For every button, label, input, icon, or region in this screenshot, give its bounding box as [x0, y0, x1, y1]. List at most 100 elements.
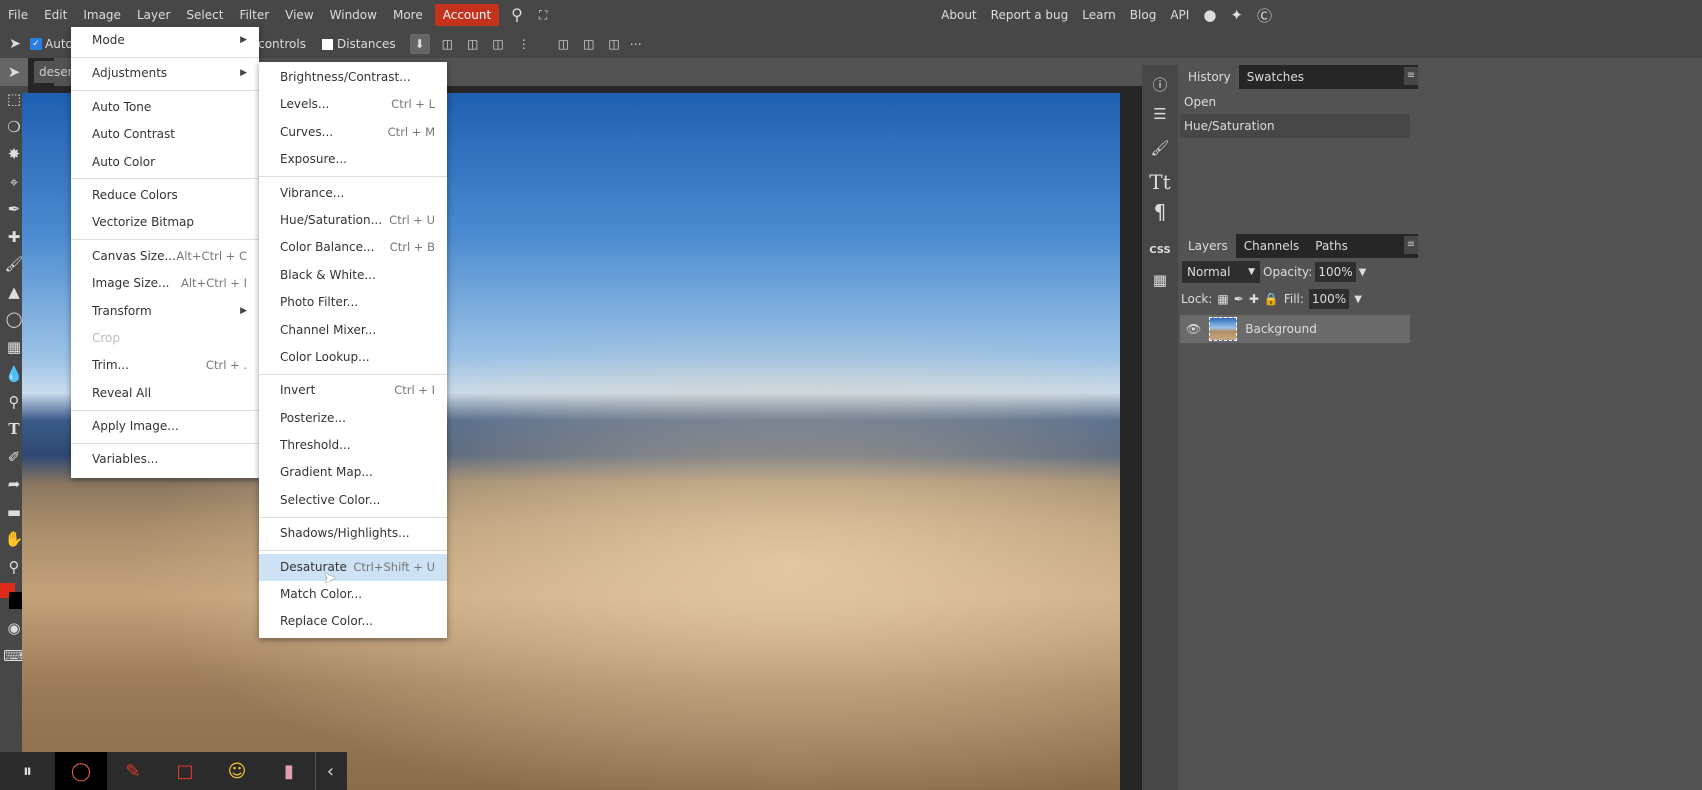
menu-item-canvas-size[interactable]: Canvas Size... Alt+Ctrl + C [71, 243, 259, 270]
menu-view[interactable]: View [277, 0, 321, 30]
menu-item-auto-contrast[interactable]: Auto Contrast [71, 121, 259, 148]
auto-select-checkbox[interactable]: ✓ [30, 38, 42, 50]
menu-item-levels[interactable]: Levels... Ctrl + L [259, 91, 447, 118]
paragraph-icon[interactable]: ¶ [1142, 197, 1178, 227]
menu-item-posterize[interactable]: Posterize... [259, 405, 447, 432]
eraser-icon[interactable]: ▮ [263, 752, 315, 790]
report-bug-link[interactable]: Report a bug [991, 8, 1069, 22]
menu-item-color-lookup[interactable]: Color Lookup... [259, 344, 447, 371]
menu-filter[interactable]: Filter [231, 0, 277, 30]
align-top-icon[interactable]: ◫ [558, 37, 569, 51]
lock-move-icon[interactable]: ✚ [1249, 292, 1259, 306]
align-left-icon[interactable]: ◫ [442, 37, 453, 51]
adjustments-icon[interactable]: ☰ [1142, 99, 1178, 129]
menu-layer[interactable]: Layer [129, 0, 178, 30]
panel-menu-icon[interactable]: ≡ [1404, 67, 1418, 85]
about-link[interactable]: About [941, 8, 976, 22]
menu-item-color-balance[interactable]: Color Balance... Ctrl + B [259, 234, 447, 261]
account-button[interactable]: Account [434, 4, 500, 26]
history-item[interactable]: Hue/Saturation [1180, 114, 1410, 138]
search-icon[interactable]: ⚲ [503, 0, 531, 30]
menu-file[interactable]: File [0, 0, 36, 30]
opacity-dropdown-icon[interactable]: ▼ [1359, 267, 1367, 278]
menu-item-apply-image[interactable]: Apply Image... [71, 413, 259, 440]
pause-icon[interactable]: ⏸ [0, 752, 55, 790]
rectangle-icon[interactable]: □ [159, 752, 211, 790]
menu-item-match-color[interactable]: Match Color... [259, 581, 447, 608]
menu-item-photo-filter[interactable]: Photo Filter... [259, 289, 447, 316]
opacity-input[interactable]: 100% [1315, 262, 1356, 282]
menu-item-desaturate[interactable]: Desaturate Ctrl+Shift + U [259, 553, 447, 582]
menu-item-reduce-colors[interactable]: Reduce Colors [71, 182, 259, 209]
align-center-icon[interactable]: ◫ [467, 37, 478, 51]
info-icon[interactable]: ⓘ [1142, 69, 1178, 99]
menu-item-selective-color[interactable]: Selective Color... [259, 487, 447, 514]
menu-item-curves[interactable]: Curves... Ctrl + M [259, 119, 447, 146]
brush-settings-icon[interactable]: 🖌 [1142, 133, 1178, 163]
fullscreen-icon[interactable]: ⛶ [531, 0, 555, 30]
learn-link[interactable]: Learn [1082, 8, 1116, 22]
menu-window[interactable]: Window [322, 0, 385, 30]
menu-edit[interactable]: Edit [36, 0, 75, 30]
blog-link[interactable]: Blog [1130, 8, 1157, 22]
menu-item-trim[interactable]: Trim... Ctrl + . [71, 352, 259, 379]
menu-item-hue-saturation[interactable]: Hue/Saturation... Ctrl + U [259, 207, 447, 234]
facebook-icon[interactable]: Ⓒ [1257, 5, 1272, 26]
menu-item-reveal-all[interactable]: Reveal All [71, 380, 259, 407]
layer-row[interactable]: 👁 Background [1180, 315, 1410, 343]
menu-more[interactable]: More [385, 0, 431, 30]
menu-select[interactable]: Select [178, 0, 231, 30]
menu-item-image-size[interactable]: Image Size... Alt+Ctrl + I [71, 270, 259, 297]
lock-all-icon[interactable]: 🔒 [1264, 292, 1279, 306]
align-right-icon[interactable]: ◫ [492, 37, 503, 51]
menu-item-auto-color[interactable]: Auto Color [71, 149, 259, 176]
image-icon[interactable]: ▦ [1142, 265, 1178, 295]
menu-item-threshold[interactable]: Threshold... [259, 432, 447, 459]
tab-swatches[interactable]: Swatches [1239, 65, 1312, 89]
menu-image[interactable]: Image [75, 0, 129, 30]
fill-input[interactable]: 100% [1308, 289, 1350, 309]
menu-item-gradient-map[interactable]: Gradient Map... [259, 459, 447, 486]
menu-item-shadows-highlights[interactable]: Shadows/Highlights... [259, 520, 447, 547]
align-middle-icon[interactable]: ◫ [583, 37, 594, 51]
tab-paths[interactable]: Paths [1307, 234, 1356, 258]
layer-name[interactable]: Background [1245, 322, 1317, 336]
pen-icon[interactable]: ✎ [107, 752, 159, 790]
menu-item-transform[interactable]: Transform ▶ [71, 298, 259, 325]
menu-item-replace-color[interactable]: Replace Color... [259, 608, 447, 635]
menu-item-mode[interactable]: Mode ▶ [71, 27, 259, 54]
menu-item-adjustments[interactable]: Adjustments ▶ [71, 60, 259, 87]
menu-item-auto-tone[interactable]: Auto Tone [71, 94, 259, 121]
visibility-eye-icon[interactable]: 👁 [1186, 322, 1201, 336]
twitter-icon[interactable]: ✦ [1230, 6, 1243, 24]
distances-checkbox[interactable] [321, 38, 333, 50]
menu-item-black-white[interactable]: Black & White... [259, 262, 447, 289]
collapse-chevron-icon[interactable]: ‹ [315, 752, 345, 790]
tab-channels[interactable]: Channels [1236, 234, 1308, 258]
tab-layers[interactable]: Layers [1180, 234, 1236, 258]
fill-dropdown-icon[interactable]: ▼ [1354, 294, 1362, 305]
menu-item-variables[interactable]: Variables... [71, 446, 259, 473]
menu-item-exposure[interactable]: Exposure... [259, 146, 447, 173]
blend-mode-select[interactable]: Normal ▼ [1182, 261, 1260, 283]
download-icon[interactable]: ⬇ [409, 34, 430, 54]
css-icon[interactable]: CSS [1142, 235, 1178, 265]
distribute-h-icon[interactable]: ⋯ [630, 37, 642, 51]
sticker-icon[interactable]: ☺ [211, 752, 263, 790]
history-item[interactable]: Open [1180, 90, 1410, 114]
panel-menu-icon[interactable]: ≡ [1404, 236, 1418, 254]
reddit-icon[interactable]: ● [1203, 6, 1216, 24]
menu-item-vectorize-bitmap[interactable]: Vectorize Bitmap [71, 209, 259, 236]
character-icon[interactable]: Tt [1142, 167, 1178, 197]
lock-transparency-icon[interactable]: ▦ [1217, 292, 1228, 306]
tab-history[interactable]: History [1180, 65, 1239, 89]
align-bottom-icon[interactable]: ◫ [608, 37, 619, 51]
lock-paint-icon[interactable]: ✒ [1234, 292, 1244, 306]
menu-item-invert[interactable]: Invert Ctrl + I [259, 377, 447, 404]
menu-item-vibrance[interactable]: Vibrance... [259, 180, 447, 207]
cursor-highlight-icon[interactable]: ◯ [55, 752, 107, 790]
move-tool-icon[interactable]: ➤ [0, 58, 28, 86]
distribute-icon[interactable]: ⋮ [518, 37, 530, 51]
menu-item-channel-mixer[interactable]: Channel Mixer... [259, 317, 447, 344]
menu-item-brightness-contrast[interactable]: Brightness/Contrast... [259, 64, 447, 91]
